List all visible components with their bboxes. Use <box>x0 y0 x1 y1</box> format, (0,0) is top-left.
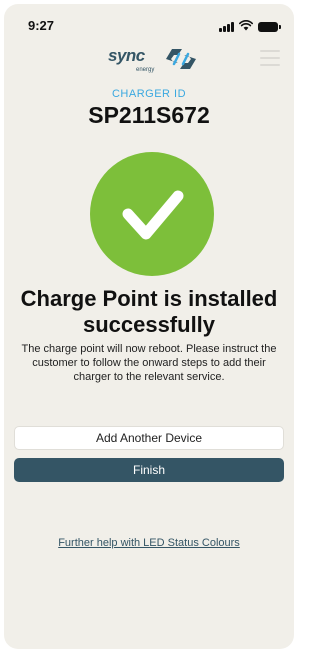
led-status-help-link[interactable]: Further help with LED Status Colours <box>4 537 294 549</box>
status-time: 9:27 <box>28 18 55 33</box>
sync-logo-icon <box>166 49 196 69</box>
charger-id-value: SP211S672 <box>88 102 210 128</box>
add-another-device-button[interactable]: Add Another Device <box>14 426 284 450</box>
checkmark-icon <box>122 190 184 240</box>
charger-id-label: CHARGER ID <box>111 88 187 100</box>
app-screen: 9:27 sync energy CHARGER ID SP211S672 Ch… <box>4 4 294 649</box>
battery-icon <box>258 22 281 32</box>
svg-text:energy: energy <box>136 67 154 73</box>
finish-button[interactable]: Finish <box>14 458 284 482</box>
success-headline: Charge Point is installed successfully <box>20 286 278 337</box>
wifi-icon <box>239 18 253 36</box>
hamburger-menu-icon[interactable] <box>260 50 280 66</box>
svg-text:sync: sync <box>108 46 146 65</box>
signal-icon <box>219 22 234 32</box>
sync-energy-logo: sync energy <box>104 44 204 74</box>
status-icons <box>219 18 281 36</box>
success-badge <box>90 152 214 276</box>
status-bar: 9:27 <box>4 4 294 40</box>
success-message: The charge point will now reboot. Please… <box>21 343 277 383</box>
